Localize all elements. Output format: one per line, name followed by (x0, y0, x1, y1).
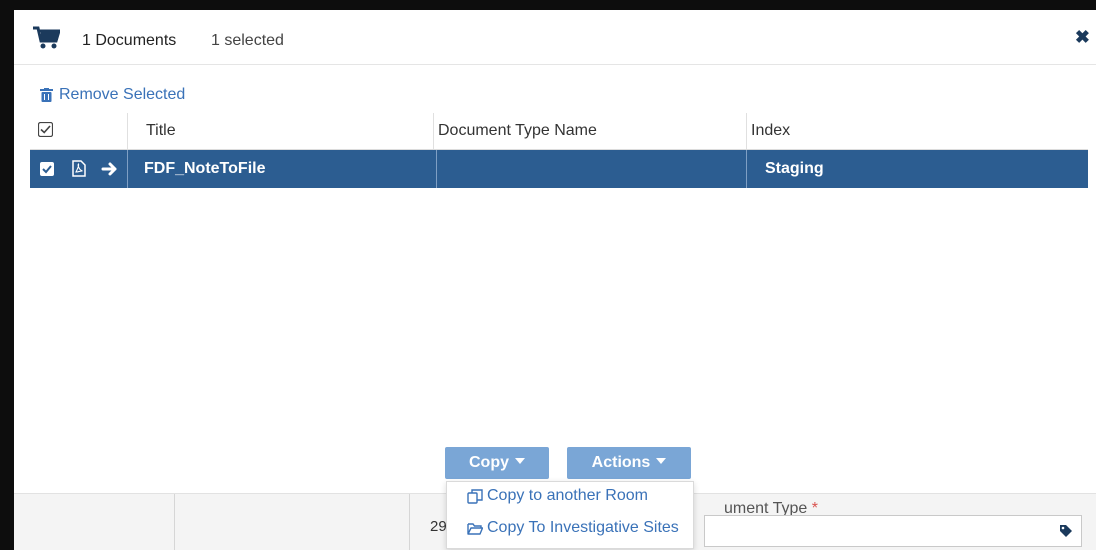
column-separator (746, 113, 747, 149)
cart-icon (33, 26, 60, 49)
row-checkbox[interactable] (40, 162, 54, 176)
column-separator (127, 113, 128, 149)
cell-separator (127, 150, 128, 188)
close-icon[interactable]: ✖ (1075, 27, 1090, 48)
row-title[interactable]: FDF_NoteToFile (144, 150, 265, 188)
pdf-icon[interactable] (72, 160, 86, 177)
caret-down-icon (656, 457, 667, 464)
partial-value: 29 (430, 518, 447, 535)
menu-item-copy-to-another-room[interactable]: Copy to another Room (467, 487, 648, 505)
column-header-title[interactable]: Title (146, 113, 176, 149)
document-cart-modal: 1 Documents 1 selected ✖ Remove Selected… (14, 10, 1096, 550)
row-index: Staging (765, 160, 824, 177)
actions-button[interactable]: Actions (567, 447, 691, 479)
grid-header: Title Document Type Name Index (30, 113, 1088, 150)
form-separator (174, 494, 175, 550)
caret-down-icon (515, 457, 525, 464)
documents-count: 1 Documents (82, 32, 177, 49)
modal-header: 1 Documents 1 selected ✖ (14, 10, 1096, 65)
menu-item-copy-to-investigative-sites[interactable]: Copy To Investigative Sites (467, 519, 679, 537)
remove-selected-label: Remove Selected (59, 86, 186, 103)
document-type-field[interactable] (704, 515, 1082, 547)
copy-button[interactable]: Copy (445, 447, 549, 479)
selected-count: 1 selected (211, 32, 284, 49)
copy-dropdown-menu: Copy to another Room Copy To Investigati… (446, 481, 694, 549)
form-separator (409, 494, 410, 550)
cell-separator (436, 150, 437, 188)
table-row[interactable]: FDF_NoteToFile Staging (30, 150, 1088, 188)
column-separator (433, 113, 434, 149)
column-header-index[interactable]: Index (751, 113, 790, 149)
column-header-document-type-name[interactable]: Document Type Name (438, 113, 597, 149)
remove-selected-button[interactable]: Remove Selected (40, 86, 185, 104)
copy-icon (467, 488, 483, 504)
tag-icon[interactable] (1059, 524, 1073, 538)
folder-open-icon (467, 522, 483, 535)
trash-icon (40, 88, 53, 102)
arrow-right-icon[interactable] (101, 161, 119, 177)
cell-separator (746, 150, 747, 188)
select-all-checkbox[interactable] (38, 122, 53, 137)
